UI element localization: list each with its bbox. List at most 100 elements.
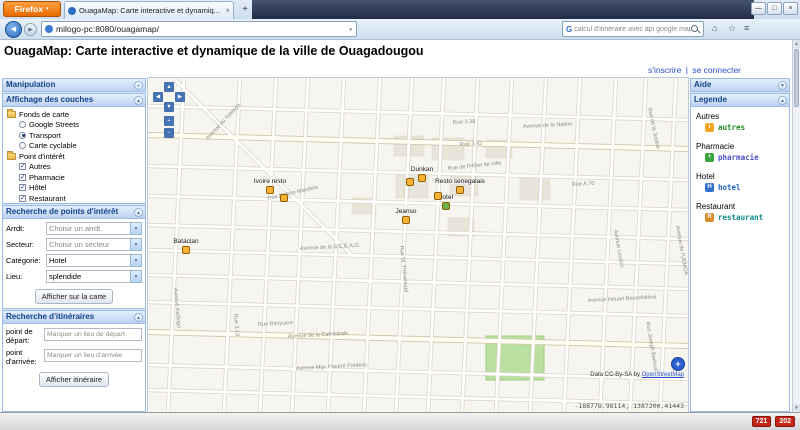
collapse-icon[interactable]: ▲	[134, 96, 143, 105]
tree-item[interactable]: Carte cyclable	[3, 141, 145, 152]
scrollbar-thumb[interactable]	[794, 49, 799, 107]
collapse-left-icon[interactable]: «	[134, 81, 143, 90]
zoom-in-icon[interactable]: +	[164, 116, 174, 126]
map-viewport[interactable]: Avenue du Yatenga Rue Nelson Mandela Rue 3…	[147, 77, 689, 413]
poi-search-panel-header[interactable]: Recherche de points d'intérêt ▲	[2, 205, 146, 219]
checkbox-checked[interactable]	[19, 173, 26, 181]
radio-unchecked[interactable]	[19, 142, 26, 150]
forward-button[interactable]: ▶	[24, 23, 37, 36]
login-link[interactable]: se connecter	[692, 65, 741, 75]
checkbox-checked[interactable]	[19, 162, 26, 171]
combo-value[interactable]: Choisir un secteur	[46, 238, 130, 251]
collapse-icon[interactable]: ▲	[134, 208, 143, 217]
combo-trigger-icon[interactable]: ▼	[130, 238, 142, 251]
route-search-panel-header[interactable]: Recherche d'itinéraires ▲	[2, 310, 146, 324]
radio-checked[interactable]	[19, 131, 26, 139]
search-bar[interactable]: G calcul d'itinéraire avec api google ma…	[562, 21, 704, 37]
scroll-up-icon[interactable]: ▲	[793, 40, 800, 48]
minimize-button[interactable]: —	[751, 2, 766, 15]
map-marker[interactable]	[406, 178, 414, 186]
poi-marker-icon[interactable]	[182, 246, 190, 254]
home-icon[interactable]: ⌂	[712, 23, 717, 33]
show-on-map-button[interactable]: Afficher sur la carte	[34, 289, 114, 304]
maximize-button[interactable]: □	[767, 2, 782, 15]
url-bar[interactable]: milogo-pc:8080/ouagamap/ ▼	[41, 21, 357, 37]
collapse-icon[interactable]: ▲	[134, 313, 143, 322]
tree-item[interactable]: Autres	[3, 162, 145, 173]
search-input[interactable]: calcul d'itinéraire avec api google map	[574, 26, 691, 33]
poi-marker-icon[interactable]	[434, 192, 442, 200]
map-marker[interactable]: Dunkan	[411, 166, 433, 182]
poi-marker-icon[interactable]	[266, 186, 274, 194]
pan-right-icon[interactable]: ▶	[175, 92, 185, 102]
layers-panel-header[interactable]: Affichage des couches ▲	[2, 93, 146, 107]
map-marker[interactable]	[434, 192, 442, 200]
search-engine-icon[interactable]: G	[566, 25, 572, 34]
status-badge[interactable]: 202	[775, 416, 795, 427]
combo-trigger-icon[interactable]: ▼	[130, 254, 142, 267]
poi-marker-icon[interactable]	[402, 216, 410, 224]
poi-marker-label: Ivoire resto	[253, 178, 287, 185]
scroll-down-icon[interactable]: ▼	[793, 404, 800, 412]
radio-unchecked[interactable]	[19, 121, 26, 129]
tab-close-icon[interactable]: ×	[225, 6, 230, 15]
poi-marker-icon[interactable]	[418, 174, 426, 182]
layer-switcher-button[interactable]: +	[671, 357, 685, 371]
combo-value[interactable]: Hotel	[46, 254, 130, 267]
combo-value[interactable]: splendide	[46, 270, 130, 283]
combo-value[interactable]: Choisir un arrdt.	[46, 222, 130, 235]
search-icon[interactable]	[691, 24, 700, 34]
manipulation-panel-header[interactable]: Manipulation «	[2, 78, 146, 92]
checkbox-checked[interactable]	[19, 194, 26, 202]
browser-tab[interactable]: OuagaMap: Carte interactive et dynamiq..…	[64, 1, 234, 19]
poi-marker-icon[interactable]	[442, 202, 450, 210]
map-marker[interactable]: Jeanso	[396, 208, 416, 224]
url-dropdown-icon[interactable]: ▼	[349, 27, 353, 32]
collapse-icon[interactable]: ▲	[778, 96, 787, 105]
route-input[interactable]: Marquer un lieu d'arrivée	[44, 349, 142, 362]
tree-item[interactable]: Hôtel	[3, 183, 145, 194]
signup-link[interactable]: s'inscrire	[648, 65, 681, 75]
checkbox-checked[interactable]	[19, 183, 26, 192]
pan-left-icon[interactable]: ◀	[153, 92, 163, 102]
pan-up-icon[interactable]: ▲	[164, 82, 174, 92]
bookmark-star-icon[interactable]: ☆	[728, 23, 736, 34]
tree-item[interactable]: Restaurant	[3, 193, 145, 203]
pan-down-icon[interactable]: ▼	[164, 102, 174, 112]
left-panel: Manipulation « Affichage des couches ▲ F…	[2, 78, 146, 412]
tree-item[interactable]: Transport	[3, 130, 145, 141]
poi-marker-icon[interactable]	[280, 194, 288, 202]
tree-item[interactable]: Google Streets	[3, 120, 145, 131]
back-button[interactable]: ◀	[5, 21, 22, 38]
combo-box[interactable]: Hotel ▼	[46, 254, 142, 267]
firefox-menu-button[interactable]: Firefox ▼	[3, 1, 61, 17]
tree-group[interactable]: Fonds de carte	[3, 108, 145, 120]
combo-box[interactable]: splendide ▼	[46, 270, 142, 283]
combo-trigger-icon[interactable]: ▼	[130, 222, 142, 235]
expand-icon[interactable]: ▼	[778, 81, 787, 90]
map-marker[interactable]	[280, 194, 288, 202]
zoom-out-icon[interactable]: −	[164, 128, 174, 138]
tree-group[interactable]: Point d'intérêt	[3, 150, 145, 162]
map-marker[interactable]: Resto senegalais	[435, 178, 485, 194]
map-marker[interactable]: Bataclan	[173, 238, 199, 254]
close-button[interactable]: ×	[783, 2, 798, 15]
route-input[interactable]: Marquer un lieu de départ	[44, 328, 142, 341]
status-badge[interactable]: 721	[751, 416, 772, 427]
map-marker[interactable]: hotel	[439, 194, 453, 210]
bookmarks-menu-icon[interactable]: ≡	[744, 23, 749, 33]
combo-box[interactable]: Choisir un arrdt. ▼	[46, 222, 142, 235]
map-marker[interactable]: Ivoire resto	[254, 178, 286, 194]
openstreetmap-link[interactable]: OpenStreetMap	[642, 372, 684, 378]
poi-marker-icon[interactable]	[406, 178, 414, 186]
combo-box[interactable]: Choisir un secteur ▼	[46, 238, 142, 251]
vertical-scrollbar[interactable]: ▲ ▼	[792, 40, 800, 412]
new-tab-button[interactable]: +	[238, 4, 252, 16]
poi-marker-icon[interactable]	[456, 186, 464, 194]
url-text[interactable]: milogo-pc:8080/ouagamap/	[56, 24, 347, 34]
tree-item[interactable]: Pharmacie	[3, 172, 145, 183]
show-route-button[interactable]: Afficher itinéraire	[38, 372, 110, 387]
aide-panel-header[interactable]: Aide ▼	[690, 78, 790, 92]
legend-panel-header[interactable]: Legende ▲	[690, 93, 790, 107]
combo-trigger-icon[interactable]: ▼	[130, 270, 142, 283]
